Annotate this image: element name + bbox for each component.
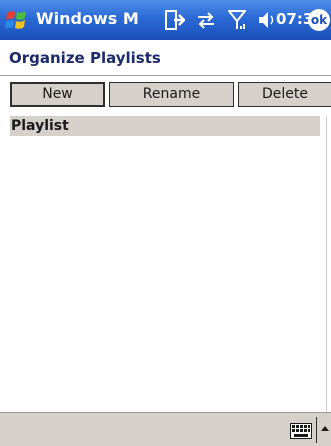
connectivity-icon[interactable]	[194, 8, 218, 32]
list-scroll-edge	[326, 116, 331, 412]
new-button[interactable]: New	[10, 82, 105, 107]
page-header: Organize Playlists	[0, 40, 331, 76]
page-title: Organize Playlists	[9, 49, 161, 67]
menu-bar	[0, 412, 331, 446]
rename-button[interactable]: Rename	[109, 82, 234, 107]
signal-strength-icon[interactable]	[228, 8, 246, 32]
volume-icon[interactable]	[256, 8, 274, 32]
playlist-list[interactable]: Playlist	[10, 116, 320, 412]
app-title: Windows M	[36, 9, 139, 28]
keyboard-icon[interactable]	[290, 423, 312, 439]
input-panel-arrow-icon[interactable]	[320, 423, 330, 435]
delete-button[interactable]: Delete	[238, 82, 331, 107]
list-column-header[interactable]: Playlist	[10, 116, 320, 136]
list-column-header-label: Playlist	[11, 118, 69, 134]
ok-button[interactable]: ok	[308, 9, 330, 31]
start-menu-flag-icon[interactable]	[4, 7, 30, 33]
menu-divider	[316, 417, 317, 443]
activesync-icon[interactable]	[165, 8, 185, 32]
title-bar: Windows M 07:37 ok	[0, 0, 331, 40]
